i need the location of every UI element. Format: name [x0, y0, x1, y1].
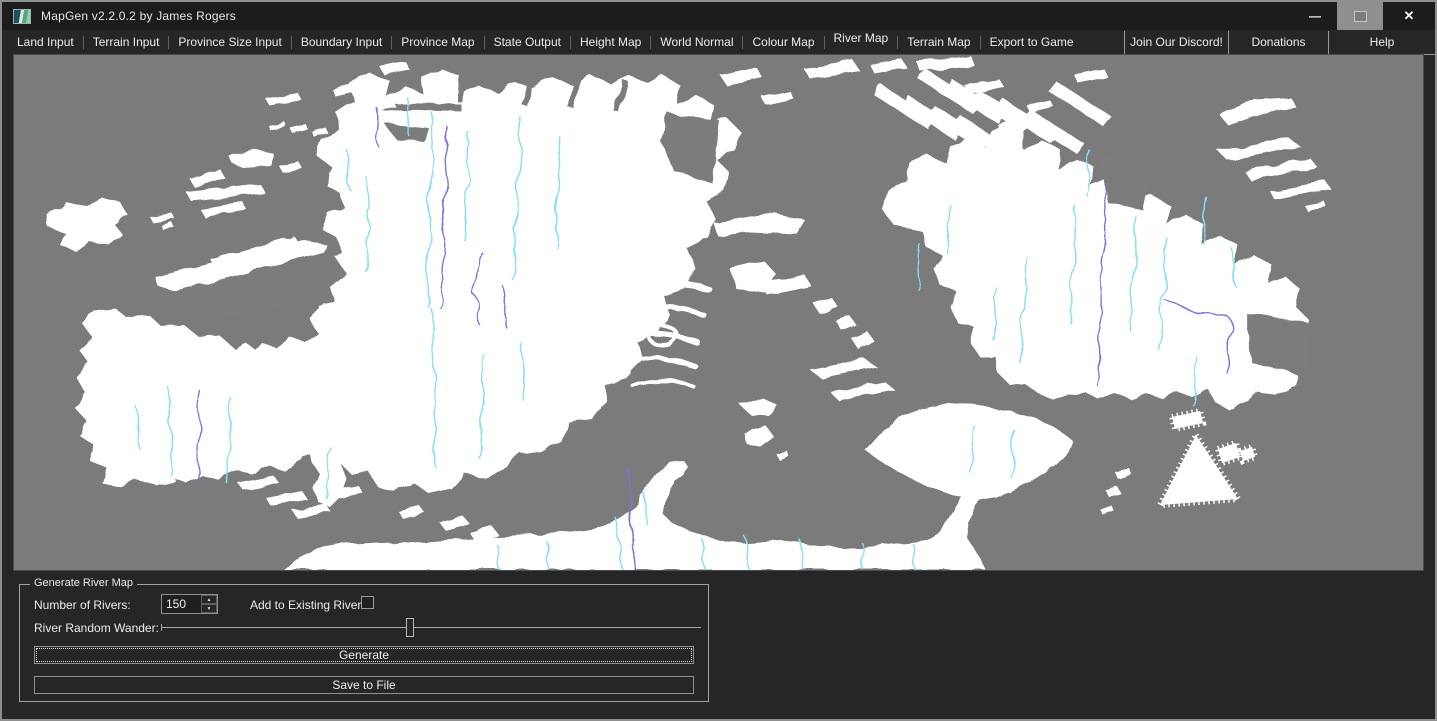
save-to-file-button[interactable]: Save to File — [34, 676, 694, 694]
tab-colour-map[interactable]: Colour Map — [743, 30, 823, 55]
number-of-rivers-label: Number of Rivers: — [34, 598, 131, 612]
tab-land-input[interactable]: Land Input — [8, 30, 83, 55]
restore-icon — [1353, 10, 1367, 22]
menu-right-buttons: Join Our Discord! Donations Help — [1124, 30, 1435, 55]
group-legend: Generate River Map — [30, 577, 138, 589]
slider-thumb[interactable] — [406, 618, 414, 637]
generate-river-map-group: Generate River Map Number of Rivers: ▲ ▼… — [19, 577, 709, 702]
tab-terrain-map[interactable]: Terrain Map — [898, 30, 979, 55]
add-to-existing-rivers-checkbox[interactable] — [361, 596, 374, 609]
tab-province-map[interactable]: Province Map — [392, 30, 483, 55]
help-button[interactable]: Help — [1328, 30, 1435, 55]
tab-river-map[interactable]: River Map — [825, 26, 898, 51]
wander-slider[interactable] — [161, 618, 701, 637]
close-button[interactable]: ✕ — [1383, 2, 1435, 30]
app-window: MapGen v2.2.0.2 by James Rogers — ✕ Land… — [0, 0, 1437, 721]
minimize-button[interactable]: — — [1293, 2, 1337, 30]
donations-button[interactable]: Donations — [1228, 30, 1328, 55]
slider-track[interactable] — [161, 627, 701, 628]
window-controls: — ✕ — [1293, 2, 1435, 30]
map-svg — [14, 55, 1423, 570]
number-of-rivers-input[interactable] — [162, 595, 201, 613]
menubar: Land Input Terrain Input Province Size Inp… — [2, 30, 1435, 55]
tab-terrain-input[interactable]: Terrain Input — [84, 30, 169, 55]
tab-boundary-input[interactable]: Boundary Input — [292, 30, 391, 55]
add-to-existing-rivers-label: Add to Existing Rivers: — [250, 598, 371, 612]
tab-height-map[interactable]: Height Map — [571, 30, 650, 55]
tab-world-normal[interactable]: World Normal — [651, 30, 742, 55]
tab-province-size-input[interactable]: Province Size Input — [169, 30, 290, 55]
titlebar: MapGen v2.2.0.2 by James Rogers — ✕ — [2, 2, 1435, 30]
maximize-button[interactable] — [1337, 2, 1383, 30]
map-view[interactable] — [13, 54, 1424, 571]
window-title: MapGen v2.2.0.2 by James Rogers — [41, 9, 236, 23]
menu-tabs: Land Input Terrain Input Province Size Inp… — [8, 30, 1083, 55]
river-random-wander-label: River Random Wander: — [34, 621, 159, 635]
generate-button[interactable]: Generate — [34, 646, 694, 664]
join-our-discord-button[interactable]: Join Our Discord! — [1124, 30, 1228, 55]
spin-down-button[interactable]: ▼ — [201, 604, 217, 613]
spinner-buttons: ▲ ▼ — [201, 595, 217, 613]
save-to-file-button-label: Save to File — [332, 678, 396, 692]
generate-button-label: Generate — [338, 648, 390, 662]
app-icon — [13, 8, 31, 24]
spin-up-button[interactable]: ▲ — [201, 595, 217, 604]
tab-state-output[interactable]: State Output — [485, 30, 570, 55]
tab-export-to-game[interactable]: Export to Game — [981, 30, 1083, 55]
number-of-rivers-spinner: ▲ ▼ — [161, 594, 218, 614]
